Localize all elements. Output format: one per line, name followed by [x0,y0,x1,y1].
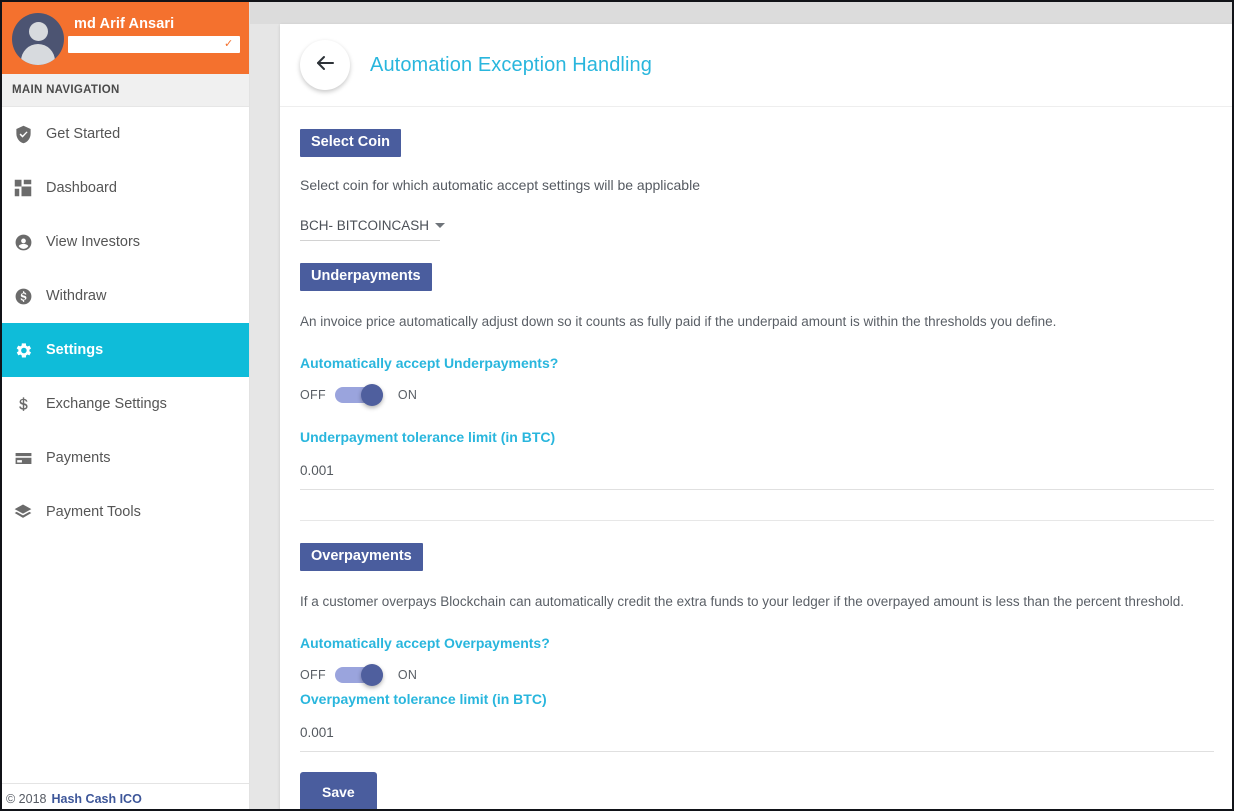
credit-card-icon [10,449,36,468]
toggle-on-label: ON [398,668,417,682]
shield-check-icon [10,125,36,144]
overpayment-limit-input[interactable]: 0.001 [300,724,1214,752]
user-circle-icon [10,233,36,252]
arrow-left-icon [313,51,337,80]
toggle-off-label: OFF [300,668,326,682]
toggle-knob [361,384,383,406]
sidebar-item-label: View Investors [46,234,140,250]
user-panel[interactable]: md Arif Ansari ✓ [2,2,249,74]
overpayments-toggle[interactable] [335,665,389,685]
underpayments-toggle-label: Automatically accept Underpayments? [300,355,1214,371]
content-card: Automation Exception Handling Select Coi… [280,24,1234,811]
sidebar-item-get-started[interactable]: Get Started [2,107,249,161]
chevron-down-icon [435,223,445,228]
avatar [12,13,64,65]
sidebar-item-label: Exchange Settings [46,396,167,412]
back-button[interactable] [300,40,350,90]
layers-icon [10,502,36,522]
underpayments-tag: Underpayments [300,263,432,291]
avatar-head [29,22,48,41]
overpayment-limit-value: 0.001 [300,725,334,740]
overpayments-toggle-label: Automatically accept Overpayments? [300,635,1214,651]
user-email-redacted [68,36,240,53]
sidebar-item-label: Payments [46,450,110,466]
sidebar-item-withdraw[interactable]: Withdraw [2,269,249,323]
sidebar-item-label: Withdraw [46,288,106,304]
user-email-wrap: ✓ [74,36,239,53]
select-coin-tag: Select Coin [300,129,401,157]
copyright-text: © 2018 [6,792,47,806]
dashboard-grid-icon [10,179,36,197]
card-body: Select Coin Select coin for which automa… [280,107,1234,811]
dollar-circle-icon [10,287,36,306]
underpayment-limit-input[interactable]: 0.001 [300,462,1214,490]
top-strip [250,2,1234,24]
gear-icon [10,341,36,360]
sidebar: md Arif Ansari ✓ MAIN NAVIGATION Get Sta… [2,2,250,811]
overpayments-description: If a customer overpays Blockchain can au… [300,593,1214,611]
card-header: Automation Exception Handling [280,24,1234,107]
dollar-sign-icon [10,395,36,414]
overpayment-limit-label: Overpayment tolerance limit (in BTC) [300,691,1214,707]
coin-select[interactable]: BCH- BITCOINCASH [300,218,440,241]
sidebar-item-payments[interactable]: Payments [2,431,249,485]
sidebar-item-view-investors[interactable]: View Investors [2,215,249,269]
coin-select-value: BCH- BITCOINCASH [300,218,429,233]
underpayments-description: An invoice price automatically adjust do… [300,313,1214,331]
overpayments-section: Overpayments [300,521,1214,571]
overpayments-tag: Overpayments [300,543,423,571]
app-window: md Arif Ansari ✓ MAIN NAVIGATION Get Sta… [0,0,1234,811]
toggle-knob [361,664,383,686]
user-name: md Arif Ansari [74,16,239,32]
underpayments-section: Underpayments [300,241,1214,291]
sidebar-item-exchange-settings[interactable]: Exchange Settings [2,377,249,431]
toggle-off-label: OFF [300,388,326,402]
avatar-body [21,44,55,65]
chevron-down-icon[interactable]: ✓ [224,38,233,50]
sidebar-item-settings[interactable]: Settings [2,323,249,377]
sidebar-item-payment-tools[interactable]: Payment Tools [2,485,249,539]
underpayment-limit-value: 0.001 [300,463,334,478]
underpayments-toggle[interactable] [335,385,389,405]
select-coin-section: Select Coin [300,107,1214,157]
sidebar-item-label: Settings [46,342,103,358]
nav-section-header: MAIN NAVIGATION [2,74,249,107]
sidebar-item-label: Payment Tools [46,504,141,520]
brand-name: Hash Cash ICO [52,792,142,806]
overpayments-toggle-row: OFF ON [300,665,1214,685]
toggle-on-label: ON [398,388,417,402]
sidebar-item-label: Get Started [46,126,120,142]
page-title: Automation Exception Handling [370,54,652,77]
page-body: Automation Exception Handling Select Coi… [250,2,1234,811]
sidebar-item-dashboard[interactable]: Dashboard [2,161,249,215]
sidebar-footer: © 2018 Hash Cash ICO [2,783,249,811]
select-coin-helper: Select coin for which automatic accept s… [300,176,1214,195]
save-button[interactable]: Save [300,772,377,811]
user-meta: md Arif Ansari ✓ [74,11,239,53]
nav-list: Get Started Dashboard View Investors Wit… [2,107,249,539]
sidebar-item-label: Dashboard [46,180,117,196]
underpayment-limit-label: Underpayment tolerance limit (in BTC) [300,429,1214,445]
underpayments-toggle-row: OFF ON [300,385,1214,405]
